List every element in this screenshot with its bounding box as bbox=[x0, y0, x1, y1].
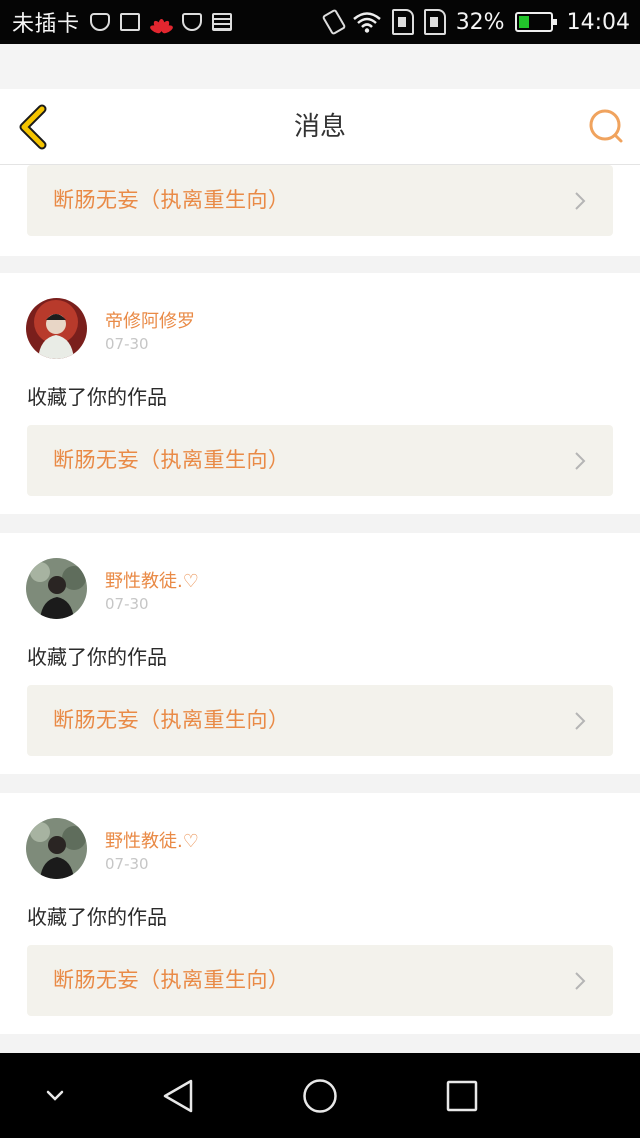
work-title: 断肠无妄（执离重生向） bbox=[53, 968, 290, 992]
avatar[interactable] bbox=[26, 558, 87, 619]
username[interactable]: 野性教徒.♡ bbox=[105, 827, 199, 853]
home-nav-button[interactable] bbox=[295, 1071, 345, 1121]
carrier-label: 未插卡 bbox=[12, 12, 80, 37]
page-title: 消息 bbox=[293, 112, 346, 142]
message-card: 帝修阿修罗 07-30 收藏了你的作品 断肠无妄（执离重生向） bbox=[0, 273, 640, 514]
username[interactable]: 野性教徒.♡ bbox=[105, 567, 199, 593]
battery-charging-icon bbox=[514, 12, 557, 32]
status-right: 32% 14:04 bbox=[321, 0, 630, 44]
avatar[interactable] bbox=[26, 298, 87, 359]
hide-keyboard-icon bbox=[46, 1090, 64, 1101]
work-link[interactable]: 断肠无妄（执离重生向） bbox=[27, 685, 613, 756]
work-title: 断肠无妄（执离重生向） bbox=[53, 188, 290, 212]
huawei-icon bbox=[148, 13, 174, 35]
chevron-right-icon bbox=[575, 972, 586, 990]
back-nav-button[interactable] bbox=[153, 1071, 203, 1121]
back-triangle-icon bbox=[163, 1079, 193, 1113]
battery-percent: 32% bbox=[455, 9, 505, 35]
message-feed[interactable]: 断肠无妄（执离重生向） 帝修阿修罗 07-30 收藏了你的作品 断肠无妄（执离重… bbox=[0, 165, 640, 1053]
shield-plus-icon bbox=[89, 13, 110, 31]
work-title: 断肠无妄（执离重生向） bbox=[53, 708, 290, 732]
timestamp: 07-30 bbox=[105, 855, 149, 873]
work-link[interactable]: 断肠无妄（执离重生向） bbox=[27, 165, 613, 236]
chevron-right-icon bbox=[575, 452, 586, 470]
clock: 14:04 bbox=[566, 9, 630, 35]
list-icon bbox=[211, 13, 232, 31]
work-link[interactable]: 断肠无妄（执离重生向） bbox=[27, 425, 613, 496]
wifi-icon bbox=[352, 12, 381, 33]
avatar[interactable] bbox=[26, 818, 87, 879]
message-card: 野性教徒.♡ 07-30 收藏了你的作品 断肠无妄（执离重生向） bbox=[0, 793, 640, 1034]
action-text: 收藏了你的作品 bbox=[27, 385, 167, 409]
message-card: 野性教徒.♡ 07-30 收藏了你的作品 断肠无妄（执离重生向） bbox=[0, 533, 640, 774]
recents-square-icon bbox=[446, 1080, 478, 1112]
timestamp: 07-30 bbox=[105, 595, 149, 613]
sim-card-icon bbox=[423, 9, 446, 35]
status-bar: 未插卡 32% 14:04 bbox=[0, 0, 640, 44]
message-card: 断肠无妄（执离重生向） bbox=[0, 165, 640, 256]
work-title: 断肠无妄（执离重生向） bbox=[53, 448, 290, 472]
timestamp: 07-30 bbox=[105, 335, 149, 353]
home-circle-icon bbox=[303, 1079, 337, 1113]
chevron-right-icon bbox=[575, 192, 586, 210]
header-bar: 消息 bbox=[0, 89, 640, 165]
top-spacer bbox=[0, 44, 640, 89]
search-button[interactable] bbox=[586, 107, 626, 147]
work-link[interactable]: 断肠无妄（执离重生向） bbox=[27, 945, 613, 1016]
vibrate-icon bbox=[321, 8, 347, 36]
hide-keyboard-button[interactable] bbox=[30, 1071, 80, 1121]
photo-icon bbox=[119, 13, 140, 31]
vpn-shield-icon bbox=[181, 13, 202, 31]
recents-nav-button[interactable] bbox=[437, 1071, 487, 1121]
sim-card-icon bbox=[391, 9, 414, 35]
username[interactable]: 帝修阿修罗 bbox=[105, 307, 195, 333]
system-nav-bar bbox=[0, 1053, 640, 1138]
search-icon bbox=[589, 109, 623, 143]
chevron-right-icon bbox=[575, 712, 586, 730]
action-text: 收藏了你的作品 bbox=[27, 905, 167, 929]
status-left: 未插卡 bbox=[12, 0, 232, 44]
action-text: 收藏了你的作品 bbox=[27, 645, 167, 669]
